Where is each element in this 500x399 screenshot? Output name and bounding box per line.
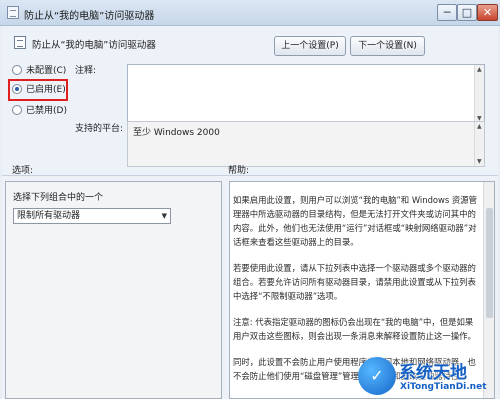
options-caption: 选择下列组合中的一个 [13, 193, 104, 203]
title-bar: 防止从“我的电脑”访问驱动器 ─ □ ✕ [0, 0, 500, 26]
radio-disabled[interactable]: 已禁用(D) [12, 104, 67, 118]
policy-name: 防止从“我的电脑”访问驱动器 [32, 40, 156, 51]
minimize-button[interactable]: ─ [437, 4, 457, 21]
radio-icon [12, 105, 22, 115]
radio-label: 未配置(C) [26, 66, 67, 76]
help-paragraph: 若要使用此设置，请从下拉列表中选择一个驱动器或多个驱动器的组合。若要允许访问所有… [233, 263, 476, 301]
drive-restriction-select[interactable]: 限制所有驱动器 ▼ [13, 208, 171, 224]
options-panel: 选择下列组合中的一个 限制所有驱动器 ▼ [5, 181, 222, 399]
dialog-content: 防止从“我的电脑”访问驱动器 上一个设置(P) 下一个设置(N) 未配置(C) … [2, 26, 498, 399]
site-watermark: ✓ 系统天地 XiTongTianDi.net [355, 354, 500, 399]
platform-field: 至少 Windows 2000 ▲ ▼ [127, 121, 485, 167]
help-paragraph: 注意: 代表指定驱动器的图标仍会出现在“我的电脑”中，但是如果用户双击这些图标，… [233, 317, 476, 341]
platform-value: 至少 Windows 2000 [133, 128, 220, 138]
policy-setting-icon [14, 36, 26, 49]
scroll-up-icon[interactable]: ▲ [477, 66, 482, 73]
maximize-button[interactable]: □ [457, 4, 477, 21]
previous-setting-button[interactable]: 上一个设置(P) [274, 36, 346, 56]
radio-icon [12, 65, 22, 75]
help-paragraph: 如果启用此设置，则用户可以浏览“我的电脑”和 Windows 资源管理器中所选驱… [233, 195, 478, 247]
watermark-url: XiTongTianDi.net [400, 382, 487, 392]
highlight-box [8, 79, 68, 101]
radio-not-configured[interactable]: 未配置(C) [12, 64, 66, 78]
comment-textarea[interactable]: ▲ ▼ [127, 64, 485, 124]
radio-label: 已禁用(D) [26, 106, 67, 116]
close-button[interactable]: ✕ [477, 4, 498, 21]
watermark-logo-icon: ✓ [358, 357, 396, 395]
window-title: 防止从“我的电脑”访问驱动器 [24, 11, 155, 22]
dropdown-arrow-icon[interactable]: ▼ [162, 209, 167, 223]
comment-scrollbar[interactable]: ▲ ▼ [474, 65, 484, 123]
scrollbar-thumb[interactable] [486, 208, 493, 318]
platform-scrollbar[interactable]: ▲ ▼ [474, 122, 484, 166]
comment-label: 注释: [75, 66, 97, 76]
next-setting-button[interactable]: 下一个设置(N) [350, 36, 425, 56]
scroll-down-icon[interactable]: ▼ [477, 158, 482, 165]
section-divider [2, 175, 498, 176]
select-value: 限制所有驱动器 [17, 211, 81, 221]
platform-label: 支持的平台: [75, 124, 124, 134]
policy-window-icon [7, 6, 19, 19]
watermark-title: 系统天地 [399, 363, 467, 383]
scroll-up-icon[interactable]: ▲ [477, 123, 482, 130]
